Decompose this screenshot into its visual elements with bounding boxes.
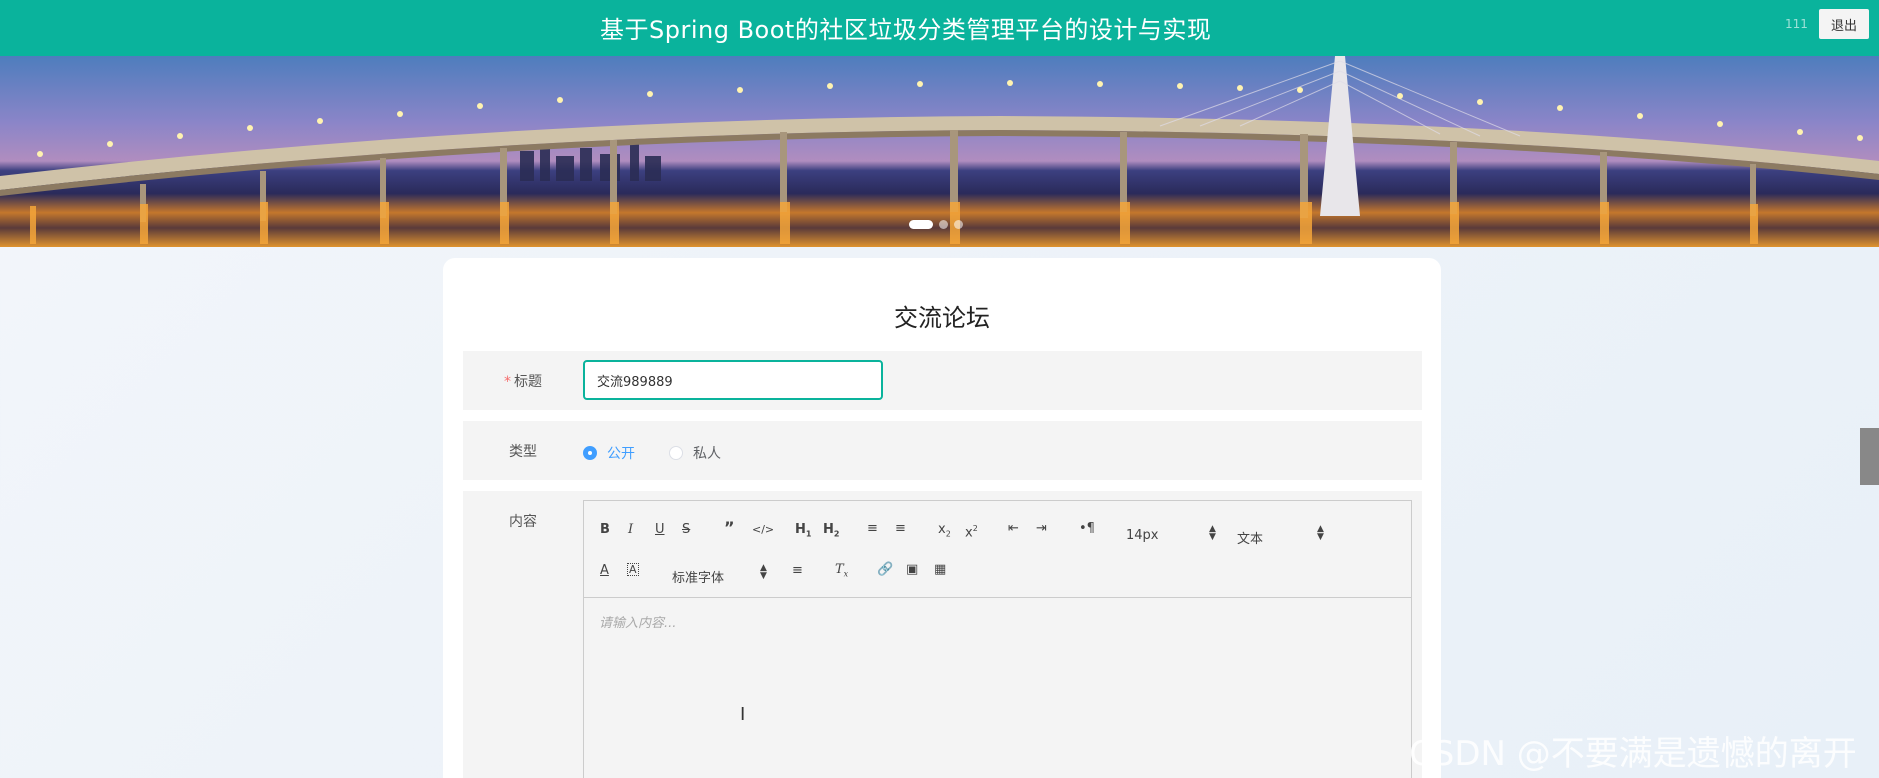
page-title: 交流论坛	[894, 304, 990, 332]
site-title: 基于Spring Boot的社区垃圾分类管理平台的设计与实现	[600, 16, 1212, 44]
paragraph-select[interactable]: 文本 ▲ ▼	[1237, 524, 1327, 548]
paragraph-value: 文本	[1237, 532, 1264, 547]
bullet-list-icon[interactable]: ≡	[895, 521, 906, 537]
header1-icon[interactable]: H1	[795, 522, 811, 543]
forum-form-card: 交流论坛 *标题 类型 公开 私人 内容 B I U S	[443, 258, 1441, 778]
font-family-select[interactable]: 标准字体 ▲ ▼	[672, 563, 772, 587]
italic-icon[interactable]: I	[628, 522, 633, 538]
carousel-dot[interactable]	[939, 220, 948, 229]
radio-private-circle[interactable]	[669, 446, 683, 460]
ordered-list-icon[interactable]: ≡	[867, 521, 878, 537]
blockquote-icon[interactable]: ”	[724, 520, 735, 536]
required-mark: *	[504, 374, 511, 390]
indent-icon[interactable]: ⇥	[1036, 521, 1047, 537]
font-size-value: 14px	[1126, 528, 1159, 543]
radio-private[interactable]: 私人	[669, 443, 721, 463]
text-direction-icon[interactable]: •¶	[1079, 521, 1095, 537]
logout-button[interactable]: 退出	[1819, 9, 1869, 39]
video-icon[interactable]: ▦	[934, 562, 946, 578]
title-label-wrap: * 标题	[463, 371, 583, 391]
title-input[interactable]	[583, 360, 883, 400]
text-cursor-icon: I	[740, 704, 746, 725]
clear-format-icon[interactable]: Tx	[835, 562, 848, 583]
select-arrows-icon: ▲ ▼	[1317, 524, 1324, 542]
radio-public[interactable]: 公开	[583, 443, 635, 463]
carousel-indicators	[909, 220, 963, 229]
carousel-dot[interactable]	[909, 220, 933, 229]
radio-public-circle[interactable]	[583, 446, 597, 460]
underline-icon[interactable]: U	[655, 522, 665, 538]
type-row: 类型 公开 私人	[463, 421, 1422, 480]
select-arrows-icon: ▲ ▼	[1209, 524, 1216, 542]
header2-icon[interactable]: H2	[823, 522, 839, 543]
code-block-icon[interactable]: </>	[752, 522, 774, 538]
superscript-icon[interactable]: x2	[965, 521, 978, 541]
title-label: 标题	[514, 374, 542, 390]
editor-toolbar: B I U S ” </> H1 H2 ≡ ≡ x2 x2 ⇤ ⇥ •¶ 14p…	[584, 501, 1411, 598]
align-icon[interactable]: ≡	[792, 563, 803, 579]
subscript-icon[interactable]: x2	[938, 522, 951, 543]
editor-content-area[interactable]: 请输入内容...	[584, 598, 1411, 778]
banner-carousel[interactable]	[0, 56, 1879, 247]
radio-public-label[interactable]: 公开	[607, 443, 635, 463]
rich-text-editor[interactable]: B I U S ” </> H1 H2 ≡ ≡ x2 x2 ⇤ ⇥ •¶ 14p…	[583, 500, 1412, 778]
username: 111	[1785, 17, 1808, 31]
outdent-icon[interactable]: ⇤	[1008, 521, 1019, 537]
strike-icon[interactable]: S	[682, 522, 690, 538]
top-header: 基于Spring Boot的社区垃圾分类管理平台的设计与实现 111 退出	[0, 0, 1879, 56]
image-icon[interactable]: ▣	[906, 562, 918, 578]
radio-private-label[interactable]: 私人	[693, 443, 721, 463]
link-icon[interactable]: 🔗	[877, 562, 893, 578]
content-label: 内容	[509, 514, 537, 530]
background-color-icon[interactable]: A	[627, 563, 639, 576]
type-radio-group: 公开 私人	[583, 443, 755, 463]
bridge-banner-image	[0, 56, 1879, 247]
select-arrows-icon: ▲ ▼	[760, 563, 767, 581]
font-size-select[interactable]: 14px ▲ ▼	[1126, 524, 1216, 544]
editor-placeholder: 请输入内容...	[599, 616, 677, 631]
type-label: 类型	[509, 444, 537, 460]
page-scrollbar[interactable]	[1860, 428, 1879, 485]
bold-icon[interactable]: B	[600, 522, 610, 538]
title-row: * 标题	[463, 351, 1422, 410]
watermark: CSDN @不要满是遗憾的离开	[1409, 734, 1857, 774]
font-family-value: 标准字体	[672, 571, 725, 586]
content-row: 内容 B I U S ” </> H1 H2 ≡ ≡ x2 x2 ⇤ ⇥ •¶ …	[463, 491, 1422, 778]
font-color-icon[interactable]: A	[600, 563, 609, 579]
carousel-dot[interactable]	[954, 220, 963, 229]
